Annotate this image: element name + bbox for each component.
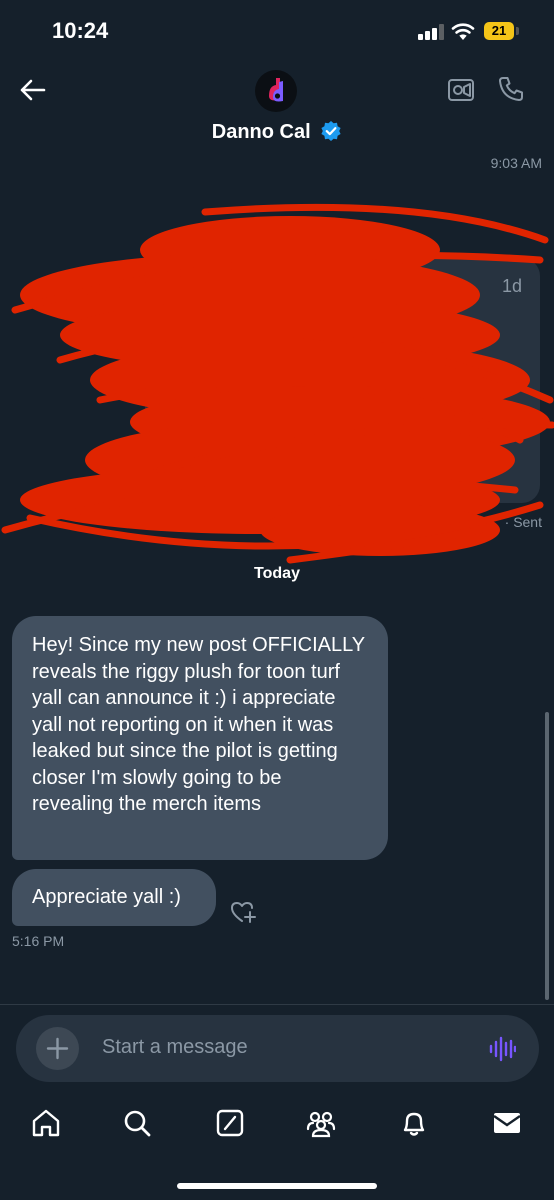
video-call-icon[interactable] [447, 76, 475, 104]
received-message-bubble[interactable]: Hey! Since my new post OFFICIALLY reveal… [12, 616, 388, 860]
messages-icon[interactable] [491, 1107, 523, 1139]
notifications-icon[interactable] [398, 1107, 430, 1139]
contact-name-label: Danno Cal [211, 121, 311, 143]
divider [0, 1004, 554, 1005]
add-media-button[interactable] [36, 1027, 79, 1070]
plus-icon [46, 1037, 69, 1060]
home-icon[interactable] [30, 1107, 62, 1139]
message-timestamp: 5:16 PM [12, 933, 65, 949]
battery-icon [516, 27, 519, 35]
contact-name[interactable]: Danno Cal [0, 120, 554, 144]
cellular-signal-icon [418, 24, 444, 40]
wifi-icon [451, 23, 475, 40]
home-indicator[interactable] [177, 1183, 377, 1189]
status-time: 10:24 [52, 18, 109, 43]
date-separator: Today [254, 565, 300, 582]
message-input[interactable]: Start a message [102, 1036, 248, 1059]
battery-level: 21 [484, 22, 514, 40]
scrollbar[interactable] [545, 712, 549, 1000]
avatar-logo-icon [269, 78, 283, 102]
received-message-bubble[interactable]: Appreciate yall :) [12, 869, 216, 926]
phone-call-icon[interactable] [497, 75, 525, 103]
back-arrow-icon[interactable] [18, 76, 46, 104]
communities-icon[interactable] [305, 1107, 337, 1139]
add-reaction-icon[interactable] [229, 899, 257, 925]
redaction-scribble [1, 203, 554, 564]
verified-badge-icon [321, 121, 341, 141]
message-timestamp: 9:03 AM [490, 155, 542, 171]
search-icon[interactable] [121, 1107, 153, 1139]
avatar[interactable] [255, 70, 297, 112]
message-composer[interactable] [16, 1015, 539, 1082]
voice-message-icon[interactable] [488, 1035, 516, 1063]
grok-icon[interactable] [214, 1107, 246, 1139]
